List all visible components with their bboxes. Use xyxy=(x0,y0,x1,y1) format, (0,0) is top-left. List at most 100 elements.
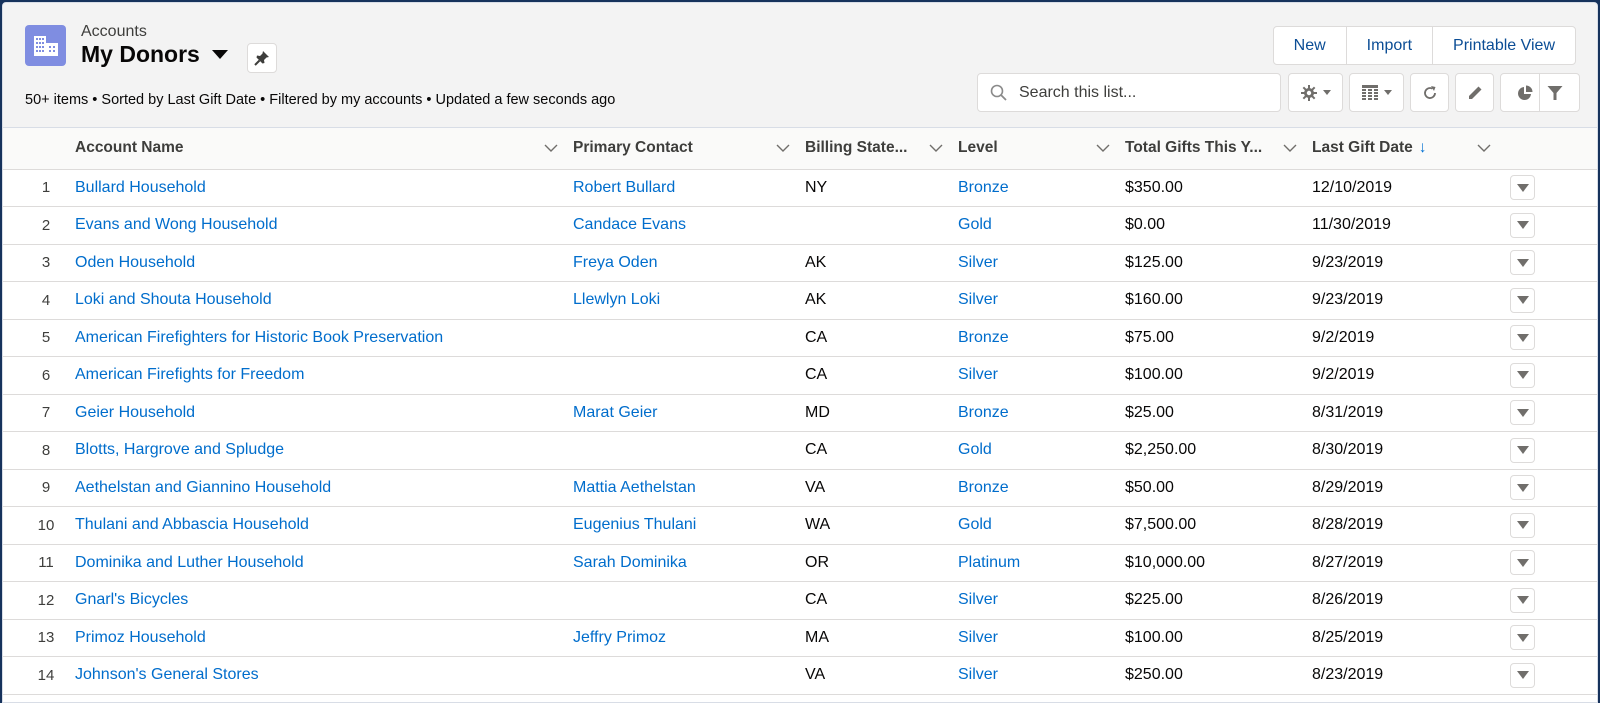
column-header-level[interactable]: Level xyxy=(958,128,1125,170)
show-filters-button[interactable] xyxy=(1540,74,1569,111)
row-actions-button[interactable] xyxy=(1510,625,1535,651)
level-link[interactable]: Platinum xyxy=(958,554,1020,571)
primary-contact-link[interactable]: Freya Oden xyxy=(573,254,657,271)
table-row: 8 Blotts, Hargrove and Spludge CA Gold $… xyxy=(3,431,1597,470)
object-label: Accounts xyxy=(81,23,147,40)
chevron-down-icon[interactable] xyxy=(928,140,944,156)
account-name-link[interactable]: American Firefighters for Historic Book … xyxy=(75,329,443,346)
total-gifts: $160.00 xyxy=(1125,281,1312,320)
caret-down-icon[interactable] xyxy=(211,50,228,59)
account-name-link[interactable]: Gnarl's Bicycles xyxy=(75,591,188,608)
refresh-button[interactable] xyxy=(1410,73,1449,112)
chevron-down-icon[interactable] xyxy=(1282,140,1298,156)
account-name-link[interactable]: Loki and Shouta Household xyxy=(75,291,272,308)
account-name-link[interactable]: Dominika and Luther Household xyxy=(75,554,304,571)
column-header-total-gifts[interactable]: Total Gifts This Y... xyxy=(1125,128,1312,170)
column-header-primary-contact[interactable]: Primary Contact xyxy=(573,128,805,170)
level-link[interactable]: Gold xyxy=(958,216,992,233)
row-actions-button[interactable] xyxy=(1510,512,1535,538)
table-row: 12 Gnarl's Bicycles CA Silver $225.00 8/… xyxy=(3,581,1597,620)
edit-icon xyxy=(1468,86,1481,99)
level-link[interactable]: Bronze xyxy=(958,479,1009,496)
pin-icon xyxy=(254,51,269,66)
level-link[interactable]: Silver xyxy=(958,591,998,608)
inline-edit-button[interactable] xyxy=(1455,73,1494,112)
account-name-link[interactable]: Thulani and Abbascia Household xyxy=(75,516,309,533)
caret-down-icon xyxy=(1516,596,1529,605)
column-header-billing-state[interactable]: Billing State... xyxy=(805,128,958,170)
primary-contact-link[interactable]: Sarah Dominika xyxy=(573,554,687,571)
total-gifts: $50.00 xyxy=(1125,469,1312,507)
column-header-account-name[interactable]: Account Name xyxy=(75,128,573,170)
chevron-down-icon[interactable] xyxy=(1476,140,1492,156)
primary-contact-link[interactable]: Robert Bullard xyxy=(573,179,675,196)
row-number: 9 xyxy=(3,469,75,507)
row-number: 8 xyxy=(3,431,75,470)
list-view-picker[interactable]: My Donors xyxy=(81,41,228,68)
caret-down-icon xyxy=(1516,633,1529,642)
table-row: 1 Bullard Household Robert Bullard NY Br… xyxy=(3,169,1597,207)
new-button[interactable]: New xyxy=(1274,27,1347,64)
row-actions-button[interactable] xyxy=(1510,250,1535,276)
row-actions-button[interactable] xyxy=(1510,325,1535,351)
level-link[interactable]: Silver xyxy=(958,629,998,646)
account-name-link[interactable]: Primoz Household xyxy=(75,629,206,646)
primary-contact-link[interactable]: Jeffry Primoz xyxy=(573,629,666,646)
row-number: 7 xyxy=(3,394,75,432)
printable-view-button[interactable]: Printable View xyxy=(1433,27,1575,64)
account-name-link[interactable]: Geier Household xyxy=(75,404,195,421)
billing-state xyxy=(805,206,958,245)
table-row: 10 Thulani and Abbascia Household Eugeni… xyxy=(3,506,1597,545)
table-row: 14 Johnson's General Stores VA Silver $2… xyxy=(3,656,1597,695)
primary-contact-link[interactable]: Llewlyn Loki xyxy=(573,291,660,308)
level-link[interactable]: Silver xyxy=(958,254,998,271)
row-actions-button[interactable] xyxy=(1510,437,1535,463)
level-link[interactable]: Bronze xyxy=(958,179,1009,196)
level-link[interactable]: Silver xyxy=(958,366,998,383)
row-actions-button[interactable] xyxy=(1510,550,1535,576)
level-link[interactable]: Bronze xyxy=(958,404,1009,421)
chevron-down-icon[interactable] xyxy=(775,140,791,156)
level-link[interactable]: Silver xyxy=(958,666,998,683)
last-gift-date: 11/30/2019 xyxy=(1312,206,1506,245)
account-name-link[interactable]: Evans and Wong Household xyxy=(75,216,278,233)
account-name-link[interactable]: American Firefights for Freedom xyxy=(75,366,304,383)
level-link[interactable]: Gold xyxy=(958,516,992,533)
level-link[interactable]: Bronze xyxy=(958,329,1009,346)
total-gifts: $2,250.00 xyxy=(1125,431,1312,470)
list-settings-button[interactable] xyxy=(1288,73,1343,112)
search-input[interactable] xyxy=(1017,82,1267,103)
primary-contact-link[interactable]: Eugenius Thulani xyxy=(573,516,696,533)
account-name-link[interactable]: Aethelstan and Giannino Household xyxy=(75,479,331,496)
row-actions-button[interactable] xyxy=(1510,212,1535,238)
import-button[interactable]: Import xyxy=(1347,27,1434,64)
primary-contact-link[interactable]: Marat Geier xyxy=(573,404,657,421)
row-actions-button[interactable] xyxy=(1510,287,1535,313)
chevron-down-icon[interactable] xyxy=(1095,140,1111,156)
row-actions-button[interactable] xyxy=(1510,362,1535,388)
search-box[interactable] xyxy=(977,73,1281,112)
page-title[interactable]: My Donors xyxy=(81,41,200,68)
level-link[interactable]: Gold xyxy=(958,441,992,458)
chevron-down-icon[interactable] xyxy=(543,140,559,156)
show-charts-button[interactable] xyxy=(1511,74,1540,111)
row-actions-button[interactable] xyxy=(1510,587,1535,613)
row-actions-button[interactable] xyxy=(1510,475,1535,501)
primary-contact-link[interactable]: Mattia Aethelstan xyxy=(573,479,696,496)
column-header-last-gift-date[interactable]: Last Gift Date ↓ xyxy=(1312,128,1506,170)
row-actions-button[interactable] xyxy=(1510,400,1535,426)
display-as-button[interactable] xyxy=(1349,73,1404,112)
total-gifts: $100.00 xyxy=(1125,619,1312,657)
level-link[interactable]: Silver xyxy=(958,291,998,308)
account-name-link[interactable]: Blotts, Hargrove and Spludge xyxy=(75,441,284,458)
primary-contact-link[interactable]: Candace Evans xyxy=(573,216,686,233)
pin-list-button[interactable] xyxy=(247,43,277,73)
row-actions-button[interactable] xyxy=(1510,662,1535,688)
row-actions-button[interactable] xyxy=(1510,175,1535,201)
last-gift-date: 9/2/2019 xyxy=(1312,319,1506,357)
account-name-link[interactable]: Oden Household xyxy=(75,254,195,271)
table-row: 5 American Firefighters for Historic Boo… xyxy=(3,319,1597,357)
account-name-link[interactable]: Bullard Household xyxy=(75,179,206,196)
total-gifts: $125.00 xyxy=(1125,244,1312,282)
account-name-link[interactable]: Johnson's General Stores xyxy=(75,666,259,683)
